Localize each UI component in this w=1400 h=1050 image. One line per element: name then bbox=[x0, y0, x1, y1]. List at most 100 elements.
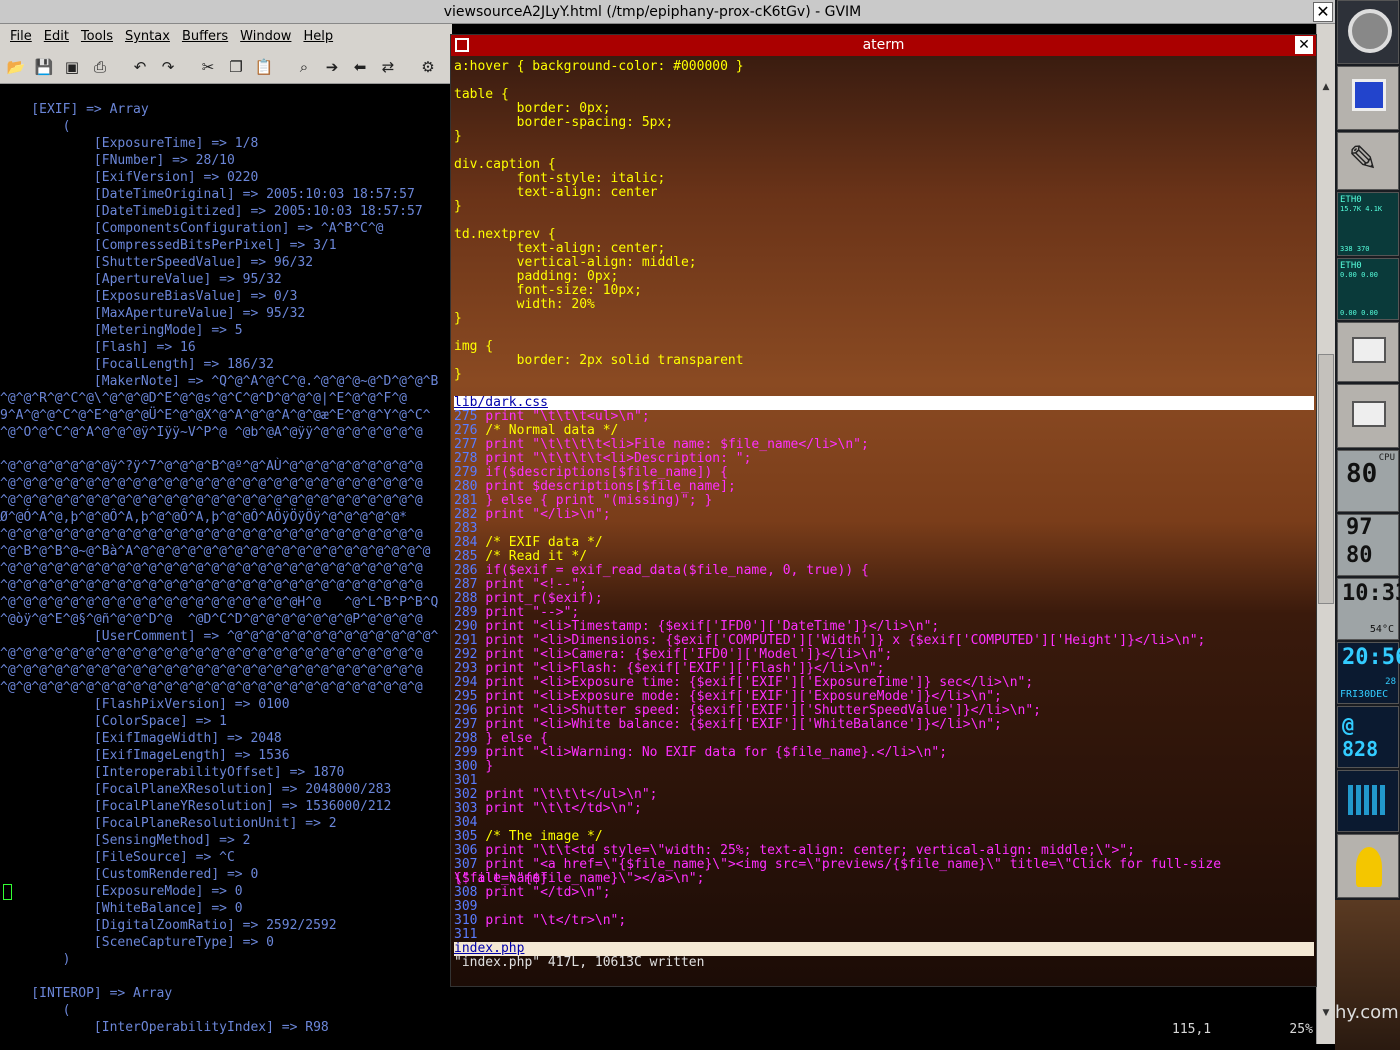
close-icon[interactable]: ✕ bbox=[1313, 2, 1333, 22]
line-number: 284 bbox=[454, 535, 486, 550]
cut-icon[interactable]: ✂ bbox=[198, 57, 218, 77]
display-app-icon-2[interactable] bbox=[1337, 384, 1399, 448]
code-line: 310 print "\t</tr>\n"; bbox=[454, 914, 1314, 928]
vim-message: "index.php" 417L, 10613C written bbox=[454, 955, 705, 970]
net-bottom: 0.00 0.00 bbox=[1340, 309, 1378, 317]
gvim-buffer-text: [EXIF] => Array ( [ExposureTime] => 1/8 … bbox=[0, 102, 439, 1035]
menu-help[interactable]: Help bbox=[303, 29, 333, 44]
code-line: 285 /* Read it */ bbox=[454, 550, 1314, 564]
date-number: 28 bbox=[1385, 677, 1396, 687]
status-filename-bottom: index.php bbox=[454, 941, 525, 956]
grid-monitor-icon bbox=[1337, 770, 1399, 832]
open-icon[interactable]: 📂 bbox=[6, 57, 26, 77]
line-number: 307 bbox=[454, 857, 486, 872]
gvim-text-area[interactable]: [EXIF] => Array ( [ExposureTime] => 1/8 … bbox=[0, 84, 452, 1050]
line-text: print "\t\t</td>\n"; bbox=[485, 801, 642, 816]
line-number: 310 bbox=[454, 913, 486, 928]
code-line: 305 /* The image */ bbox=[454, 830, 1314, 844]
line-number: 276 bbox=[454, 423, 486, 438]
menu-syntax[interactable]: Syntax bbox=[125, 29, 170, 44]
mem-value: 97 bbox=[1346, 515, 1373, 540]
line-number: 278 bbox=[454, 451, 486, 466]
copy-icon[interactable]: ❐ bbox=[226, 57, 246, 77]
line-number: 281 bbox=[454, 493, 486, 508]
code-line: 276 /* Normal data */ bbox=[454, 424, 1314, 438]
code-line: 293 print "<li>Flash: {$exif['EXIF']['Fl… bbox=[454, 662, 1314, 676]
cpu-label: CPU bbox=[1378, 453, 1395, 463]
undo-icon[interactable]: ↶ bbox=[130, 57, 150, 77]
line-number: 290 bbox=[454, 619, 486, 634]
line-text: print "</li>\n"; bbox=[485, 507, 611, 522]
net-label: ETH0 bbox=[1340, 261, 1362, 271]
line-text: /* The image */ bbox=[485, 829, 603, 844]
find-icon[interactable]: ⌕ bbox=[294, 57, 314, 77]
menu-file[interactable]: File bbox=[10, 29, 32, 44]
code-line: 282 print "</li>\n"; bbox=[454, 508, 1314, 522]
scroll-down-icon[interactable]: ▼ bbox=[1319, 1008, 1333, 1020]
dock-app-logo-icon[interactable] bbox=[1337, 0, 1399, 64]
code-line: 287 print "<!--"; bbox=[454, 578, 1314, 592]
close-icon[interactable]: ✕ bbox=[1295, 36, 1313, 54]
code-line: 286 if($exif = exif_read_data($file_name… bbox=[454, 564, 1314, 578]
print-icon[interactable]: ⎙ bbox=[90, 57, 110, 77]
line-text: print "<li>Dimensions: {$exif['COMPUTED'… bbox=[485, 633, 1206, 648]
scroll-up-icon[interactable]: ▲ bbox=[1319, 82, 1333, 94]
line-text: if($exif = exif_read_data($file_name, 0,… bbox=[485, 563, 869, 578]
code-line: 307 print "<a href=\"{$file_name}\"><img… bbox=[454, 857, 1314, 886]
status-filename: lib/dark.css bbox=[454, 395, 548, 410]
line-number: 304 bbox=[454, 815, 478, 830]
save-icon[interactable]: 💾 bbox=[34, 57, 54, 77]
line-text: print "<li>Flash: {$exif['EXIF']['Flash'… bbox=[485, 661, 885, 676]
line-text: print_r($exif); bbox=[485, 591, 603, 606]
save-all-icon[interactable]: ▣ bbox=[62, 57, 82, 77]
code-line: 309 bbox=[454, 900, 1314, 914]
line-number: 303 bbox=[454, 801, 486, 816]
replace-icon[interactable]: ⇄ bbox=[378, 57, 398, 77]
menu-tools[interactable]: Tools bbox=[81, 29, 113, 44]
menu-buffers[interactable]: Buffers bbox=[182, 29, 228, 44]
cursor-position: 115,1 bbox=[1172, 1022, 1212, 1037]
gvim-menubar: File Edit Tools Syntax Buffers Window Help bbox=[0, 24, 452, 50]
aterm-titlebar[interactable]: aterm ✕ bbox=[451, 35, 1316, 56]
line-text: /* Normal data */ bbox=[485, 423, 619, 438]
gvim-titlebar[interactable]: viewsourceA2JLyY.html (/tmp/epiphany-pro… bbox=[0, 0, 1335, 24]
line-number: 306 bbox=[454, 843, 486, 858]
line-number: 311 bbox=[454, 927, 478, 942]
clock-time: 10:33 bbox=[1342, 581, 1400, 606]
vim-statusline-top: lib/dark.css bbox=[454, 396, 1314, 410]
calendar-clock: 20:56 28 FRI30DEC bbox=[1337, 642, 1400, 704]
forward-icon[interactable]: ➔ bbox=[322, 57, 342, 77]
line-number: 275 bbox=[454, 409, 486, 424]
line-number: 305 bbox=[454, 829, 486, 844]
scrollbar-thumb[interactable] bbox=[1318, 354, 1334, 604]
code-line: 295 print "<li>Exposure mode: {$exif['EX… bbox=[454, 690, 1314, 704]
line-number: 277 bbox=[454, 437, 486, 452]
aterm-terminal[interactable]: a:hover { background-color: #000000 } ta… bbox=[451, 56, 1316, 986]
build-icon[interactable]: ⚙ bbox=[418, 57, 438, 77]
swap-value: 80 bbox=[1346, 543, 1373, 568]
line-number: 302 bbox=[454, 787, 486, 802]
swatch-clock: @ 828 bbox=[1337, 706, 1399, 768]
line-text: print "\t</tr>\n"; bbox=[485, 913, 627, 928]
back-icon[interactable]: ⬅ bbox=[350, 57, 370, 77]
gvim-scrollbar[interactable]: ▲ ▼ bbox=[1316, 24, 1335, 1044]
display-app-icon[interactable] bbox=[1337, 322, 1399, 382]
line-text: /* Read it */ bbox=[485, 549, 588, 564]
menu-window[interactable]: Window bbox=[240, 29, 291, 44]
code-line: 292 print "<li>Camera: {$exif['IFD0']['M… bbox=[454, 648, 1314, 662]
menu-edit[interactable]: Edit bbox=[44, 29, 69, 44]
line-number: 286 bbox=[454, 563, 486, 578]
user-app-icon[interactable] bbox=[1337, 834, 1399, 898]
window-menu-icon[interactable] bbox=[455, 38, 469, 52]
gvim-ruler: 115,1 25% bbox=[1172, 1022, 1313, 1037]
code-line: 275 print "\t\t\t<ul>\n"; bbox=[454, 410, 1314, 424]
line-text: /* EXIF data */ bbox=[485, 535, 603, 550]
wrench-app-icon[interactable]: ✎ bbox=[1337, 132, 1399, 190]
redo-icon[interactable]: ↷ bbox=[158, 57, 178, 77]
monitor-app-icon[interactable] bbox=[1337, 66, 1399, 130]
code-line: 306 print "\t\t<td style=\"width: 25%; t… bbox=[454, 844, 1314, 858]
code-line: 296 print "<li>Shutter speed: {$exif['EX… bbox=[454, 704, 1314, 718]
line-number: 300 bbox=[454, 759, 486, 774]
code-line: 298 } else { bbox=[454, 732, 1314, 746]
paste-icon[interactable]: 📋 bbox=[254, 57, 274, 77]
